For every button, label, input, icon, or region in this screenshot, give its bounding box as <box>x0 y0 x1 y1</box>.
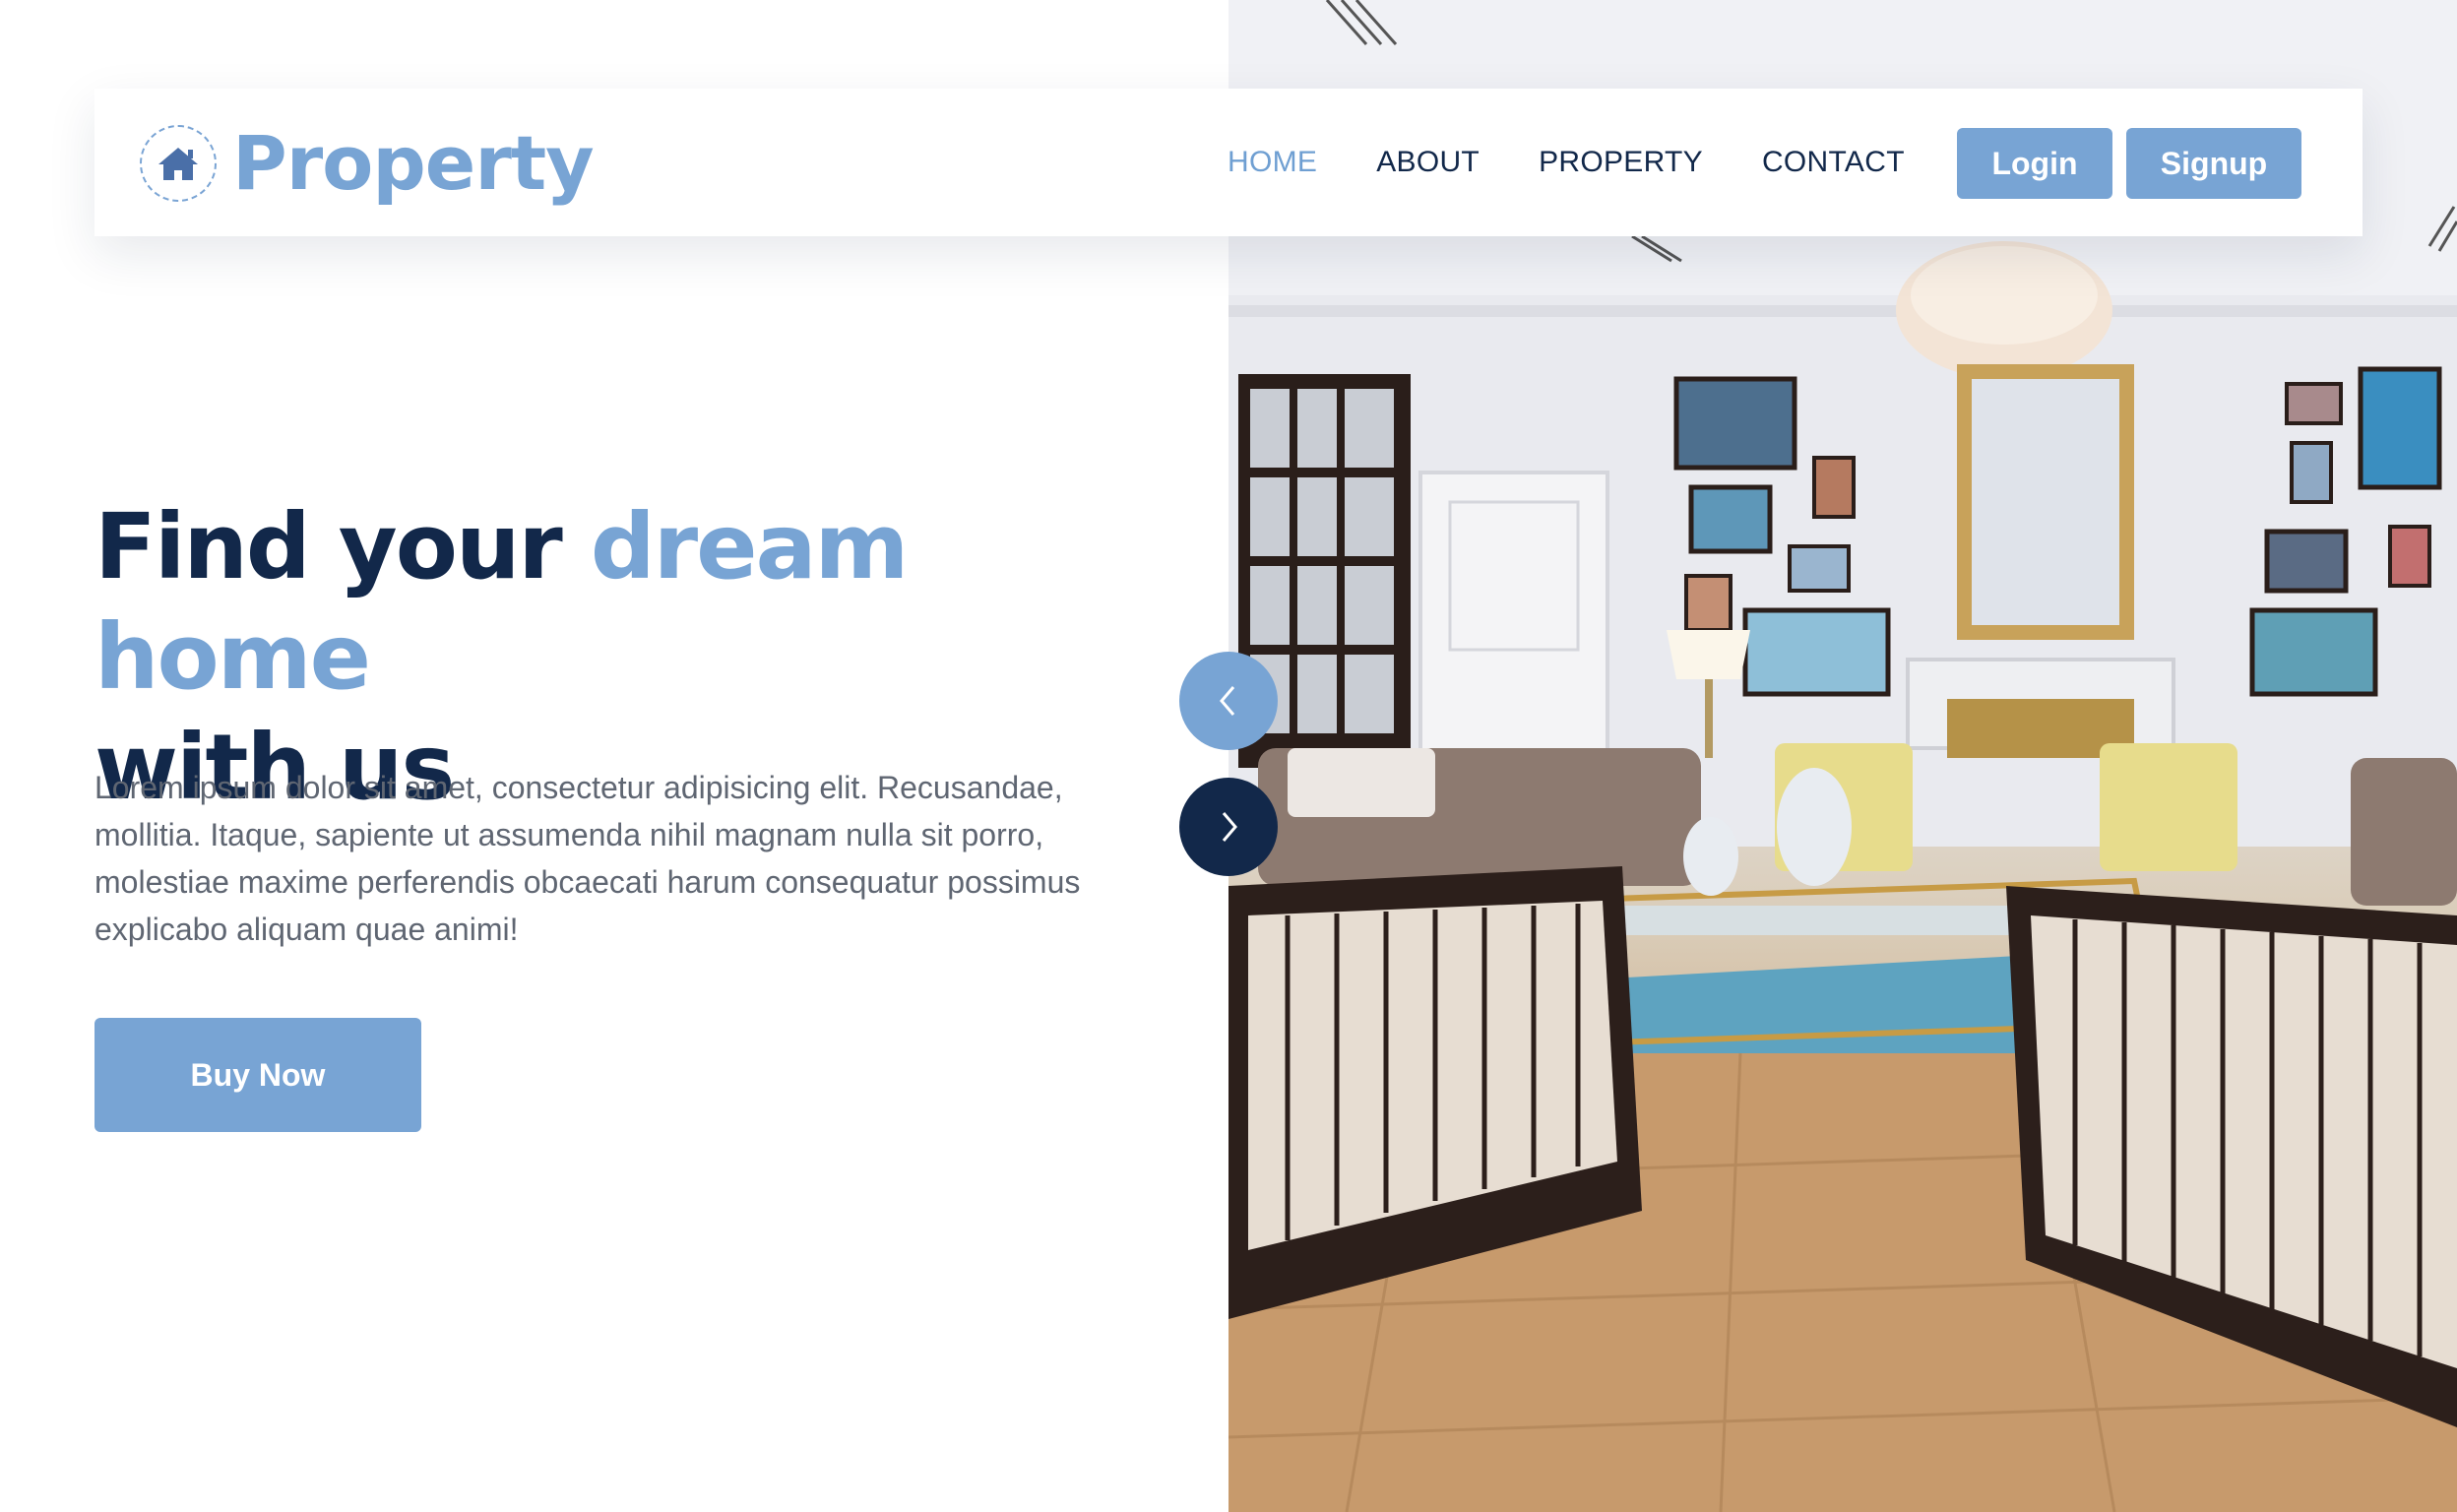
nav-contact[interactable]: CONTACT <box>1762 146 1905 179</box>
nav-home[interactable]: HOME <box>1228 146 1317 179</box>
slider-prev-button[interactable] <box>1179 652 1278 750</box>
slider-next-button[interactable] <box>1179 778 1278 876</box>
main-nav: HOME ABOUT PROPERTY CONTACT <box>1228 89 1964 236</box>
headline-part1: Find your <box>94 494 591 599</box>
login-button[interactable]: Login <box>1957 128 2112 199</box>
brand-name: Property <box>232 119 595 207</box>
brand-logo[interactable]: Property <box>140 119 595 207</box>
nav-property[interactable]: PROPERTY <box>1539 146 1703 179</box>
site-header: Property HOME ABOUT PROPERTY CONTACT Log… <box>94 89 2362 236</box>
house-icon <box>140 125 217 202</box>
buy-now-button[interactable]: Buy Now <box>94 1018 421 1132</box>
hero-description: Lorem ipsum dolor sit amet, consectetur … <box>94 770 1081 947</box>
chevron-right-icon <box>1222 812 1237 842</box>
signup-button[interactable]: Signup <box>2126 128 2301 199</box>
nav-about[interactable]: ABOUT <box>1376 146 1480 179</box>
chevron-left-icon <box>1220 686 1235 716</box>
